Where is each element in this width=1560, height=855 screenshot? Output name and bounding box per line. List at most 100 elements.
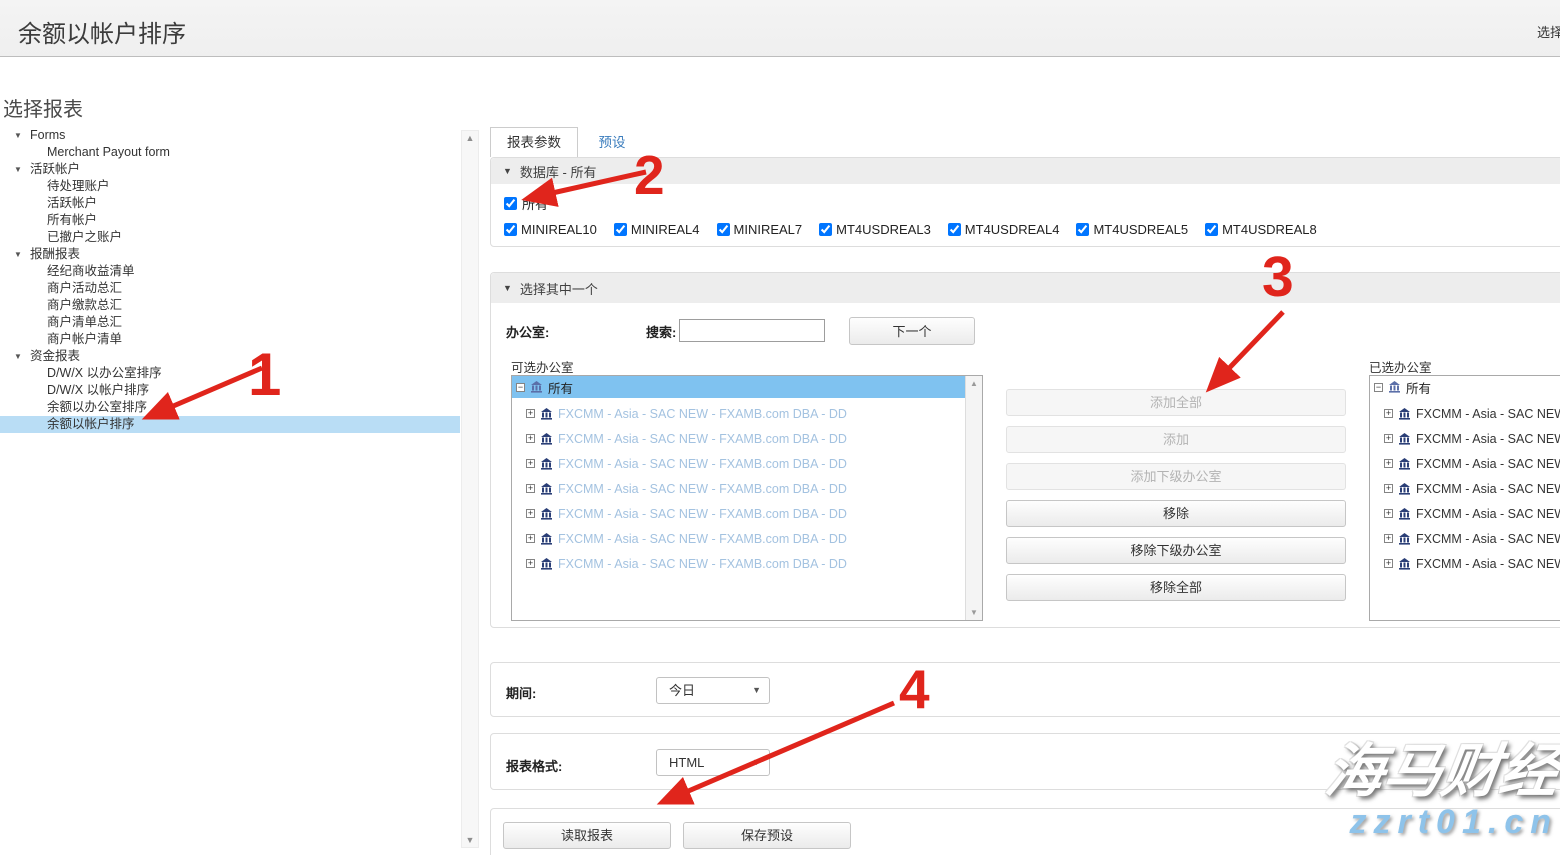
tree-item-merchant-activity-summary[interactable]: 商户活动总汇 xyxy=(0,280,460,297)
offices-group-icon xyxy=(1388,381,1401,393)
expand-plus-icon[interactable]: + xyxy=(1384,459,1393,468)
available-office-row[interactable]: +FXCMM - Asia - SAC NEW - FXAMB.com DBA … xyxy=(512,526,982,551)
available-all-node[interactable]: − 所有 xyxy=(512,376,982,398)
tab-presets[interactable]: 预设 xyxy=(598,128,625,158)
expand-plus-icon[interactable]: + xyxy=(1384,409,1393,418)
tree-item-closed-accounts[interactable]: 已撤户之账户 xyxy=(0,229,460,246)
page-title: 余额以帐户排序 xyxy=(18,14,186,49)
tree-item-merchant-payout-form[interactable]: Merchant Payout form xyxy=(0,144,460,161)
tree-item-merchant-list-summary[interactable]: 商户清单总汇 xyxy=(0,314,460,331)
db-checkbox-minireal7[interactable] xyxy=(717,223,730,236)
selected-office-row[interactable]: +FXCMM - Asia - SAC NEW - FXAMB.com DBA … xyxy=(1370,476,1560,501)
expand-plus-icon[interactable]: + xyxy=(526,559,535,568)
available-list-scrollbar[interactable]: ▲ ▼ xyxy=(965,376,982,620)
selected-office-row[interactable]: +FXCMM - Asia - SAC NEW - FXAMB.com DBA … xyxy=(1370,501,1560,526)
remove-sub-offices-button[interactable]: 移除下级办公室 xyxy=(1006,537,1346,564)
building-icon xyxy=(540,508,553,520)
scroll-down-icon[interactable]: ▼ xyxy=(462,835,478,845)
scroll-down-icon[interactable]: ▼ xyxy=(966,608,982,617)
scroll-up-icon[interactable]: ▲ xyxy=(966,379,982,388)
search-label: 搜索: xyxy=(646,322,676,341)
selected-office-row[interactable]: +FXCMM - Asia - SAC NEW - FXAMB.com DBA … xyxy=(1370,451,1560,476)
scroll-up-icon[interactable]: ▲ xyxy=(462,133,478,143)
available-office-row[interactable]: +FXCMM - Asia - SAC NEW - FXAMB.com DBA … xyxy=(512,501,982,526)
db-checkbox-mt4usdreal5[interactable] xyxy=(1076,223,1089,236)
database-section-header[interactable]: ▼ 数据库 - 所有 xyxy=(491,158,1560,184)
expand-plus-icon[interactable]: + xyxy=(1384,434,1393,443)
selected-office-row[interactable]: +FXCMM - Asia - SAC NEW - FXAMB.com DBA … xyxy=(1370,426,1560,451)
expand-plus-icon[interactable]: + xyxy=(1384,559,1393,568)
db-checkbox-mt4usdreal8[interactable] xyxy=(1205,223,1218,236)
tree-item-pending-accounts[interactable]: 待处理账户 xyxy=(0,178,460,195)
expand-plus-icon[interactable]: + xyxy=(526,484,535,493)
tree-item-active-accounts[interactable]: 活跃帐户 xyxy=(0,195,460,212)
all-databases-checkbox[interactable] xyxy=(504,197,517,210)
period-select[interactable]: 今日 ▼ xyxy=(656,677,770,704)
db-checkbox-mt4usdreal3[interactable] xyxy=(819,223,832,236)
collapse-triangle-icon[interactable]: ▼ xyxy=(14,348,30,365)
expand-plus-icon[interactable]: + xyxy=(526,534,535,543)
add-sub-offices-button[interactable]: 添加下级办公室 xyxy=(1006,463,1346,490)
collapse-triangle-icon[interactable]: ▼ xyxy=(14,127,30,144)
expand-plus-icon[interactable]: + xyxy=(526,434,535,443)
available-offices-label: 可选办公室 xyxy=(511,357,574,376)
expand-plus-icon[interactable]: + xyxy=(526,459,535,468)
add-button[interactable]: 添加 xyxy=(1006,426,1346,453)
remove-button[interactable]: 移除 xyxy=(1006,500,1346,527)
collapse-minus-icon[interactable]: − xyxy=(516,383,525,392)
building-icon xyxy=(1398,558,1411,570)
tree-item-dwx-by-account[interactable]: D/W/X 以帐户排序 xyxy=(0,382,460,399)
tab-report-parameters[interactable]: 报表参数 xyxy=(490,127,578,157)
expand-plus-icon[interactable]: + xyxy=(1384,534,1393,543)
selected-office-row[interactable]: +FXCMM - Asia - SAC NEW - FXAMB.com DBA … xyxy=(1370,551,1560,576)
tree-item-funds-reports-group[interactable]: ▼资金报表 xyxy=(0,348,460,365)
tree-item-compensation-reports-group[interactable]: ▼报酬报表 xyxy=(0,246,460,263)
available-office-row[interactable]: +FXCMM - Asia - SAC NEW - FXAMB.com DBA … xyxy=(512,401,982,426)
report-tree: ▼Forms Merchant Payout form ▼活跃帐户 待处理账户 … xyxy=(0,127,460,433)
tree-item-all-accounts[interactable]: 所有帐户 xyxy=(0,212,460,229)
tree-item-merchant-payment-summary[interactable]: 商户缴款总汇 xyxy=(0,297,460,314)
building-icon xyxy=(1398,433,1411,445)
expand-plus-icon[interactable]: + xyxy=(526,509,535,518)
choose-one-section-header[interactable]: ▼ 选择其中一个 xyxy=(491,273,1560,303)
db-checkbox-minireal4[interactable] xyxy=(614,223,627,236)
format-select[interactable]: HTML ▼ xyxy=(656,749,770,776)
expand-plus-icon[interactable]: + xyxy=(526,409,535,418)
tree-item-forms[interactable]: ▼Forms xyxy=(0,127,460,144)
tree-item-balance-by-account[interactable]: 余额以帐户排序 xyxy=(0,416,460,433)
available-offices-list: − 所有 +FXCMM - Asia - SAC NEW - FXAMB.com… xyxy=(511,375,983,621)
save-preset-button[interactable]: 保存预设 xyxy=(683,822,851,849)
select-report-heading: 选择报表 xyxy=(3,93,83,122)
db-checkbox-minireal10[interactable] xyxy=(504,223,517,236)
tree-item-balance-by-office[interactable]: 余额以办公室排序 xyxy=(0,399,460,416)
tree-item-merchant-account-list[interactable]: 商户帐户清单 xyxy=(0,331,460,348)
building-icon xyxy=(540,533,553,545)
selected-office-row[interactable]: +FXCMM - Asia - SAC NEW - FXAMB.com DBA … xyxy=(1370,401,1560,426)
load-report-button[interactable]: 读取报表 xyxy=(503,822,671,849)
add-all-button[interactable]: 添加全部 xyxy=(1006,389,1346,416)
available-office-row[interactable]: +FXCMM - Asia - SAC NEW - FXAMB.com DBA … xyxy=(512,551,982,576)
collapse-triangle-icon[interactable]: ▼ xyxy=(14,246,30,263)
expand-plus-icon[interactable]: + xyxy=(1384,509,1393,518)
db-checkbox-mt4usdreal4[interactable] xyxy=(948,223,961,236)
remove-all-button[interactable]: 移除全部 xyxy=(1006,574,1346,601)
next-button[interactable]: 下一个 xyxy=(849,317,975,345)
tab-bar: 报表参数 预设 xyxy=(490,127,625,157)
selected-office-row[interactable]: +FXCMM - Asia - SAC NEW - FXAMB.com DBA … xyxy=(1370,526,1560,551)
tree-item-dwx-by-office[interactable]: D/W/X 以办公室排序 xyxy=(0,365,460,382)
expand-plus-icon[interactable]: + xyxy=(1384,484,1393,493)
database-section: ▼ 数据库 - 所有 所有 MINIREAL10 MINIREAL4 MINIR… xyxy=(490,157,1560,247)
search-input[interactable] xyxy=(679,319,825,342)
collapse-triangle-icon[interactable]: ▼ xyxy=(14,161,30,178)
available-office-row[interactable]: +FXCMM - Asia - SAC NEW - FXAMB.com DBA … xyxy=(512,451,982,476)
available-office-row[interactable]: +FXCMM - Asia - SAC NEW - FXAMB.com DBA … xyxy=(512,426,982,451)
tree-item-active-accounts-group[interactable]: ▼活跃帐户 xyxy=(0,161,460,178)
section-collapse-icon[interactable]: ▼ xyxy=(503,166,512,176)
available-office-row[interactable]: +FXCMM - Asia - SAC NEW - FXAMB.com DBA … xyxy=(512,476,982,501)
selected-all-node[interactable]: − 所有 xyxy=(1370,376,1560,398)
tree-item-broker-income-list[interactable]: 经纪商收益清单 xyxy=(0,263,460,280)
main-scrollbar[interactable]: ▲ ▼ xyxy=(461,130,479,848)
section-collapse-icon[interactable]: ▼ xyxy=(503,283,512,293)
building-icon xyxy=(1398,458,1411,470)
collapse-minus-icon[interactable]: − xyxy=(1374,383,1383,392)
